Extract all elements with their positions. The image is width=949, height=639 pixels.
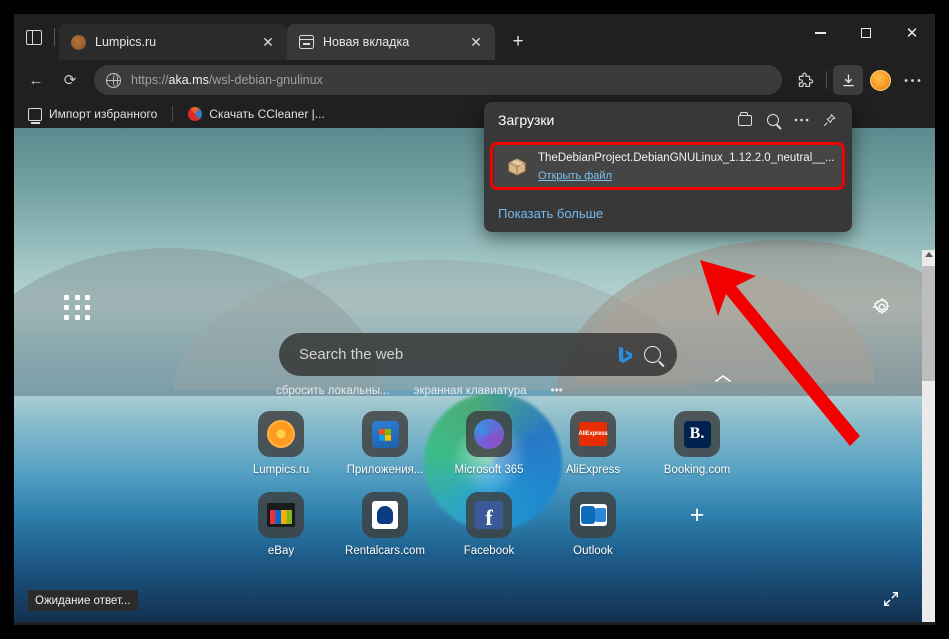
rentalcars-icon <box>362 492 408 538</box>
shortcut-ebay[interactable]: eBay <box>229 492 333 557</box>
shortcut-outlook[interactable]: Outlook <box>541 492 645 557</box>
facebook-icon: f <box>466 492 512 538</box>
ellipsis-icon <box>794 118 808 122</box>
tab-title: Lumpics.ru <box>95 35 157 49</box>
screenshot-root: Lumpics.ru ✕ Новая вкладка ✕ + ✕ ← ⟳ htt… <box>0 0 949 639</box>
folder-icon <box>738 112 752 126</box>
shortcut-label: Lumpics.ru <box>252 464 310 476</box>
close-window-button[interactable]: ✕ <box>889 14 935 52</box>
suggestion-item[interactable]: ••• <box>551 385 563 397</box>
shortcut-label: Microsoft 365 <box>454 464 524 476</box>
microsoft-365-icon <box>466 411 512 457</box>
settings-and-more-button[interactable] <box>897 65 927 95</box>
shortcut-label: Rentalcars.com <box>345 545 425 557</box>
minimize-button[interactable] <box>797 14 843 52</box>
shortcut-microsoft-365[interactable]: Microsoft 365 <box>437 411 541 476</box>
scrollbar-thumb[interactable] <box>922 266 935 381</box>
downloads-button[interactable] <box>833 65 863 95</box>
suggestion-item[interactable]: сбросить локальны... <box>276 385 390 397</box>
shortcut-lumpics[interactable]: Lumpics.ru <box>229 411 333 476</box>
downloads-flyout-title: Загрузки <box>498 112 555 128</box>
shortcut-label: Facebook <box>463 545 515 557</box>
extensions-button[interactable] <box>790 65 820 95</box>
toolbar-divider <box>826 71 827 89</box>
search-input[interactable]: Search the web <box>299 346 607 363</box>
bookmark-label: Скачать CCleaner |... <box>209 107 325 121</box>
navigation-bar: ← ⟳ https://aka.ms/wsl-debian-gnulinux <box>14 60 935 100</box>
downloads-more-button[interactable] <box>788 107 814 133</box>
profile-avatar[interactable] <box>865 65 895 95</box>
microsoft-store-icon <box>362 411 408 457</box>
bookmark-label: Импорт избранного <box>49 107 158 121</box>
orange-circle-icon <box>70 34 87 51</box>
shortcut-label: Приложения... <box>346 464 424 476</box>
tab-strip: Lumpics.ru ✕ Новая вкладка ✕ + ✕ <box>14 14 935 60</box>
shortcut-label: Booking.com <box>663 464 731 476</box>
expand-diagonal-icon[interactable] <box>882 590 900 613</box>
shortcut-microsoft-store[interactable]: Приложения... <box>333 411 437 476</box>
ccleaner-icon <box>188 107 203 121</box>
open-downloads-folder-button[interactable] <box>732 107 758 133</box>
tab-divider <box>54 28 55 46</box>
add-shortcut-button[interactable]: + <box>645 492 749 557</box>
aliexpress-icon: AliExpress <box>570 411 616 457</box>
app-grid-button[interactable] <box>64 295 92 321</box>
lumpics-icon <box>258 411 304 457</box>
address-bar-url: https://aka.ms/wsl-debian-gnulinux <box>131 73 323 87</box>
shortcut-label: AliExpress <box>565 464 621 476</box>
suggestion-item[interactable]: экранная клавиатура <box>414 385 527 397</box>
status-text: Ожидание ответ... <box>35 594 131 607</box>
window-controls: ✕ <box>797 14 935 52</box>
show-more-downloads-link[interactable]: Показать больше <box>498 206 603 221</box>
new-tab-button[interactable]: + <box>503 27 533 57</box>
import-favorites-icon <box>28 107 42 124</box>
tab-lumpics[interactable]: Lumpics.ru ✕ <box>59 24 287 60</box>
search-icon <box>767 114 779 126</box>
bookmark-divider <box>172 106 174 122</box>
scroll-up-arrow-icon[interactable] <box>924 252 933 257</box>
shortcut-label: Outlook <box>573 545 613 557</box>
ebay-icon <box>258 492 304 538</box>
address-bar[interactable]: https://aka.ms/wsl-debian-gnulinux <box>94 65 782 95</box>
shortcut-rentalcars[interactable]: Rentalcars.com <box>333 492 437 557</box>
outlook-icon <box>570 492 616 538</box>
page-settings-button[interactable] <box>871 296 893 323</box>
browser-window: Lumpics.ru ✕ Новая вкладка ✕ + ✕ ← ⟳ htt… <box>14 14 935 625</box>
page-scrollbar[interactable] <box>922 250 935 622</box>
status-bar: Ожидание ответ... <box>28 590 138 611</box>
maximize-button[interactable] <box>843 14 889 52</box>
tab-new-tab[interactable]: Новая вкладка ✕ <box>287 24 495 60</box>
newtab-page-icon <box>298 34 315 51</box>
avatar <box>869 69 891 91</box>
pin-downloads-button[interactable] <box>816 107 842 133</box>
bookmark-ccleaner[interactable]: Скачать CCleaner |... <box>182 104 330 124</box>
tab-actions-icon <box>26 29 42 45</box>
close-icon[interactable]: ✕ <box>465 31 487 53</box>
reload-button[interactable]: ⟳ <box>54 64 86 96</box>
shortcut-facebook[interactable]: f Facebook <box>437 492 541 557</box>
tab-title: Новая вкладка <box>323 35 410 49</box>
pin-icon <box>823 113 836 126</box>
annotation-arrow <box>700 260 860 446</box>
globe-icon <box>106 72 121 88</box>
search-downloads-button[interactable] <box>760 107 786 133</box>
back-button[interactable]: ← <box>20 64 52 96</box>
downloads-flyout-header: Загрузки <box>484 102 852 138</box>
close-icon[interactable]: ✕ <box>257 31 279 53</box>
shortcut-row: eBay Rentalcars.com f Facebook Outlook + <box>229 492 749 557</box>
tab-actions-button[interactable] <box>14 14 54 60</box>
shortcut-label: eBay <box>267 545 295 557</box>
plus-icon: + <box>689 500 705 529</box>
bookmark-import-favorites[interactable]: Импорт избранного <box>22 104 163 124</box>
